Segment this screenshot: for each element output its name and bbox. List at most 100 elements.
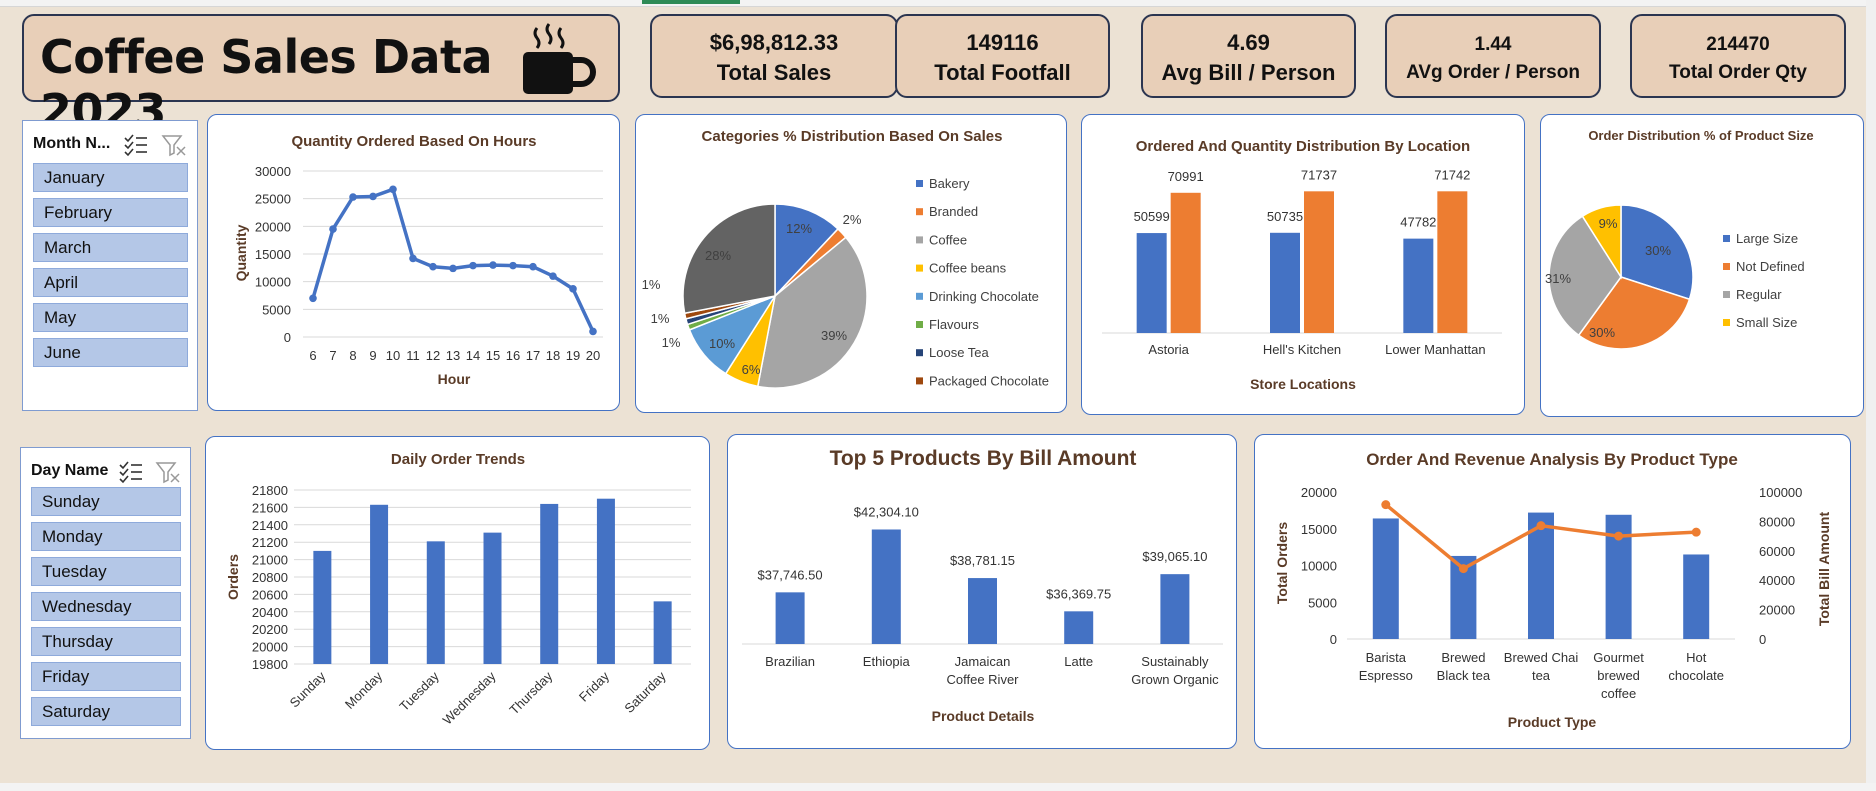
slicer-item-sunday[interactable]: Sunday: [31, 487, 181, 516]
y2-axis-label: Total Bill Amount: [1816, 512, 1832, 627]
chart-title: Quantity Ordered Based On Hours: [291, 133, 536, 150]
y-tick-label: 21000: [252, 553, 288, 568]
clear-filter-icon[interactable]: [161, 133, 187, 157]
x-tick-label: 8: [349, 348, 356, 363]
x-tick-label: Brewed Chai: [1504, 650, 1579, 665]
x-tick-label: 11: [406, 348, 420, 363]
y2-tick-label: 40000: [1759, 573, 1795, 588]
x-axis-label: Hour: [438, 371, 471, 387]
y-tick-label: 21600: [252, 500, 288, 515]
kpi-total-order-qty: 214470 Total Order Qty: [1630, 14, 1846, 98]
pie-data-label: 2%: [843, 212, 862, 227]
legend-swatch: [916, 292, 923, 300]
clear-filter-icon[interactable]: [155, 460, 181, 484]
x-tick-label: 16: [506, 348, 520, 363]
data-label: 70991: [1168, 169, 1204, 184]
slicer-item-tuesday[interactable]: Tuesday: [31, 557, 181, 586]
legend-swatch: [1723, 291, 1730, 298]
data-label: 50599: [1134, 209, 1170, 224]
kpi-avg-order: 1.44 AVg Order / Person: [1385, 14, 1601, 98]
y2-tick-label: 100000: [1759, 485, 1802, 500]
slicer-item-april[interactable]: April: [33, 268, 188, 297]
data-point: [329, 225, 337, 233]
x-tick-label: Ethiopia: [863, 654, 911, 669]
hours-line-chart: Quantity Ordered Based On Hours 0 5000 1000…: [233, 133, 603, 387]
slicer-item-saturday[interactable]: Saturday: [31, 697, 181, 726]
y-tick-label: 0: [284, 330, 291, 345]
daily-chart-card: Daily Order Trends 19800 20000 20200 20400 20…: [205, 436, 710, 750]
slicer-item-wednesday[interactable]: Wednesday: [31, 592, 181, 621]
x-axis-label: Store Locations: [1250, 376, 1356, 392]
window-right-edge: [1866, 0, 1876, 791]
legend-swatch: [1723, 235, 1730, 242]
bar: [1160, 574, 1190, 644]
bar: [1270, 232, 1300, 333]
legend-swatch: [916, 321, 923, 328]
x-tick-label: Astoria: [1148, 342, 1189, 357]
data-point: [429, 262, 437, 271]
x-tick-label: 15: [486, 348, 500, 363]
data-point: [1536, 521, 1546, 531]
bar: [426, 541, 445, 664]
bar: [540, 503, 559, 664]
slicer-item-february[interactable]: February: [33, 198, 188, 227]
kpi-value: 4.69: [1227, 30, 1270, 55]
multi-select-icon[interactable]: [123, 133, 149, 157]
bar: [1304, 191, 1334, 333]
pie-data-label: 1%: [642, 277, 661, 292]
slicer-item-january[interactable]: January: [33, 163, 188, 192]
categories-pie-chart: Categories % Distribution Based On Sales…: [642, 128, 1049, 389]
data-point: [309, 294, 317, 303]
data-point: [1458, 564, 1468, 574]
x-tick-label: Thursday: [506, 668, 555, 717]
legend-label: Branded: [929, 204, 978, 219]
x-tick-label: Grown Organic: [1131, 672, 1219, 687]
data-label: $36,369.75: [1046, 586, 1111, 601]
chart-title: Top 5 Products By Bill Amount: [830, 447, 1137, 470]
kpi-value: 149116: [966, 30, 1039, 55]
month-slicer: Month N... January February March April …: [22, 120, 198, 411]
kpi-label: Total Order Qty: [1669, 62, 1807, 83]
kpi-label: Total Footfall: [934, 60, 1071, 85]
data-point: [1381, 500, 1391, 510]
kpi-total-sales: $6,98,812.33 Total Sales: [650, 14, 898, 98]
x-tick-label: Coffee River: [946, 672, 1019, 687]
product-type-combo-chart: Order And Revenue Analysis By Product Ty…: [1274, 450, 1832, 730]
data-point: [1691, 527, 1701, 537]
y-tick-label: 20400: [252, 605, 288, 620]
y-tick-label: 5000: [1308, 595, 1337, 610]
data-label: $38,781.15: [950, 553, 1015, 568]
chart-title: Ordered And Quantity Distribution By Loc…: [1136, 138, 1470, 155]
chart-title: Order Distribution % of Product Size: [1588, 128, 1813, 143]
hours-chart-card: Quantity Ordered Based On Hours 0 5000 1000…: [207, 114, 620, 411]
sheet-top-strip: [0, 0, 1876, 7]
top5-chart-card: Top 5 Products By Bill Amount $37,746.50 B…: [727, 434, 1237, 749]
x-tick-label: Gourmet: [1593, 650, 1644, 665]
x-axis-label: Product Type: [1508, 714, 1597, 730]
y-tick-label: 15000: [1301, 522, 1337, 537]
kpi-value: 1.44: [1474, 34, 1512, 55]
y-tick-label: 21800: [252, 483, 288, 498]
pie-data-label: 28%: [705, 248, 731, 263]
data-label: $42,304.10: [854, 504, 919, 519]
y-tick-label: 20000: [252, 640, 288, 655]
data-point: [529, 262, 537, 271]
slicer-item-friday[interactable]: Friday: [31, 662, 181, 691]
legend-swatch: [916, 208, 923, 216]
y2-tick-label: 0: [1759, 632, 1766, 647]
bar: [653, 601, 672, 664]
chart-title: Order And Revenue Analysis By Product Ty…: [1366, 450, 1738, 469]
slicer-item-may[interactable]: May: [33, 303, 188, 332]
x-tick-label: 6: [309, 348, 316, 363]
data-point: [389, 185, 397, 194]
x-tick-label: Sunday: [287, 668, 329, 710]
slicer-item-monday[interactable]: Monday: [31, 522, 181, 551]
multi-select-icon[interactable]: [118, 460, 144, 484]
slicer-item-thursday[interactable]: Thursday: [31, 627, 181, 656]
y-tick-label: 21400: [252, 518, 288, 533]
slicer-item-march[interactable]: March: [33, 233, 188, 262]
slicer-item-june[interactable]: June: [33, 338, 188, 367]
data-point: [449, 264, 457, 273]
y-tick-label: 0: [1330, 632, 1337, 647]
product-type-chart-card: Order And Revenue Analysis By Product Ty…: [1254, 434, 1851, 749]
